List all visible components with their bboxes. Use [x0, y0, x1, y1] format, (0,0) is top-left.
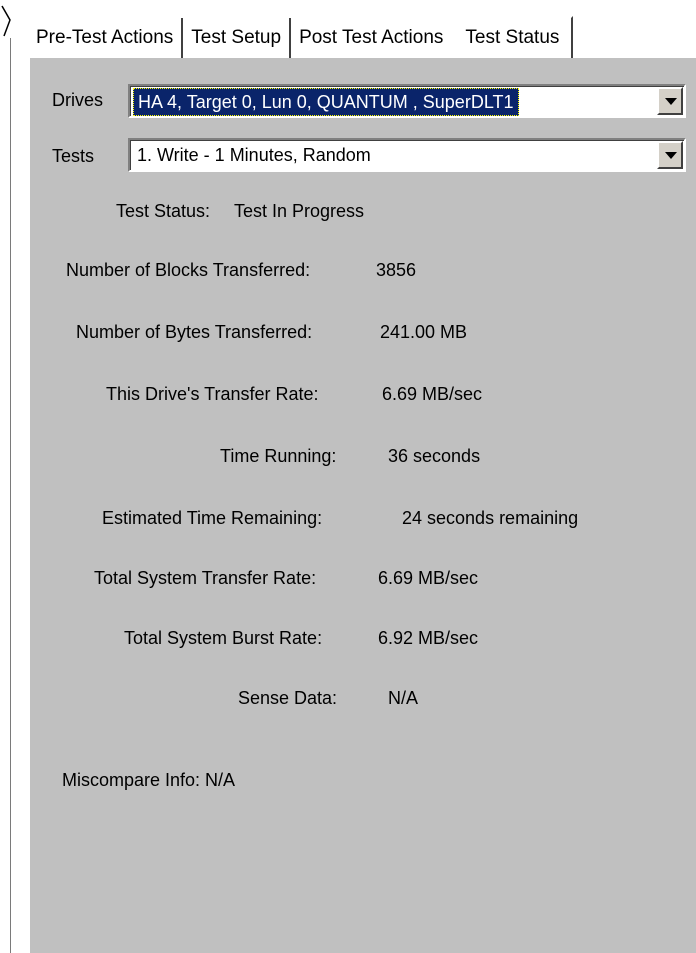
tests-dropdown[interactable]: 1. Write - 1 Minutes, Random	[128, 138, 686, 172]
tests-label: Tests	[52, 146, 95, 166]
test-status-label: Test Status:	[116, 201, 211, 221]
tree-arrow-icon	[1, 5, 11, 37]
drives-label: Drives	[52, 90, 104, 110]
chevron-down-icon	[665, 98, 677, 105]
tab-post-test-actions[interactable]: Post Test Actions	[291, 18, 452, 58]
test-status-value: Test In Progress	[234, 201, 365, 221]
chevron-down-icon	[665, 152, 677, 159]
system-burst-rate-label: Total System Burst Rate:	[124, 628, 323, 648]
blocks-transferred-value: 3856	[376, 260, 417, 280]
system-transfer-rate-value: 6.69 MB/sec	[378, 568, 479, 588]
system-burst-rate-value: 6.92 MB/sec	[378, 628, 479, 648]
drive-transfer-rate-label: This Drive's Transfer Rate:	[106, 384, 319, 404]
drives-dropdown-button[interactable]	[657, 87, 683, 115]
time-remaining-label: Estimated Time Remaining:	[102, 508, 323, 528]
tab-test-setup[interactable]: Test Setup	[183, 18, 292, 58]
drives-selected-value: HA 4, Target 0, Lun 0, QUANTUM , SuperDL…	[133, 88, 519, 116]
bytes-transferred-label: Number of Bytes Transferred:	[76, 322, 313, 342]
tab-test-status[interactable]: Test Status	[451, 16, 574, 58]
system-transfer-rate-label: Total System Transfer Rate:	[94, 568, 317, 588]
drives-dropdown[interactable]: HA 4, Target 0, Lun 0, QUANTUM , SuperDL…	[128, 84, 686, 118]
blocks-transferred-label: Number of Blocks Transferred:	[66, 260, 311, 280]
time-running-label: Time Running:	[220, 446, 337, 466]
miscompare-info: Miscompare Info: N/A	[62, 770, 236, 790]
divider	[10, 38, 11, 953]
tests-dropdown-button[interactable]	[657, 141, 683, 169]
tests-selected-value: 1. Write - 1 Minutes, Random	[137, 145, 371, 165]
sense-data-label: Sense Data:	[238, 688, 338, 708]
time-running-value: 36 seconds	[388, 446, 481, 466]
sense-data-value: N/A	[388, 688, 419, 708]
time-remaining-value: 24 seconds remaining	[402, 508, 579, 528]
drive-transfer-rate-value: 6.69 MB/sec	[382, 384, 483, 404]
tab-strip: Pre-Test Actions Test Setup Post Test Ac…	[28, 16, 574, 58]
tab-pre-test-actions[interactable]: Pre-Test Actions	[28, 18, 184, 58]
left-edge-strip	[0, 0, 12, 953]
bytes-transferred-value: 241.00 MB	[380, 322, 468, 342]
test-status-panel: Drives HA 4, Target 0, Lun 0, QUANTUM , …	[28, 58, 696, 953]
